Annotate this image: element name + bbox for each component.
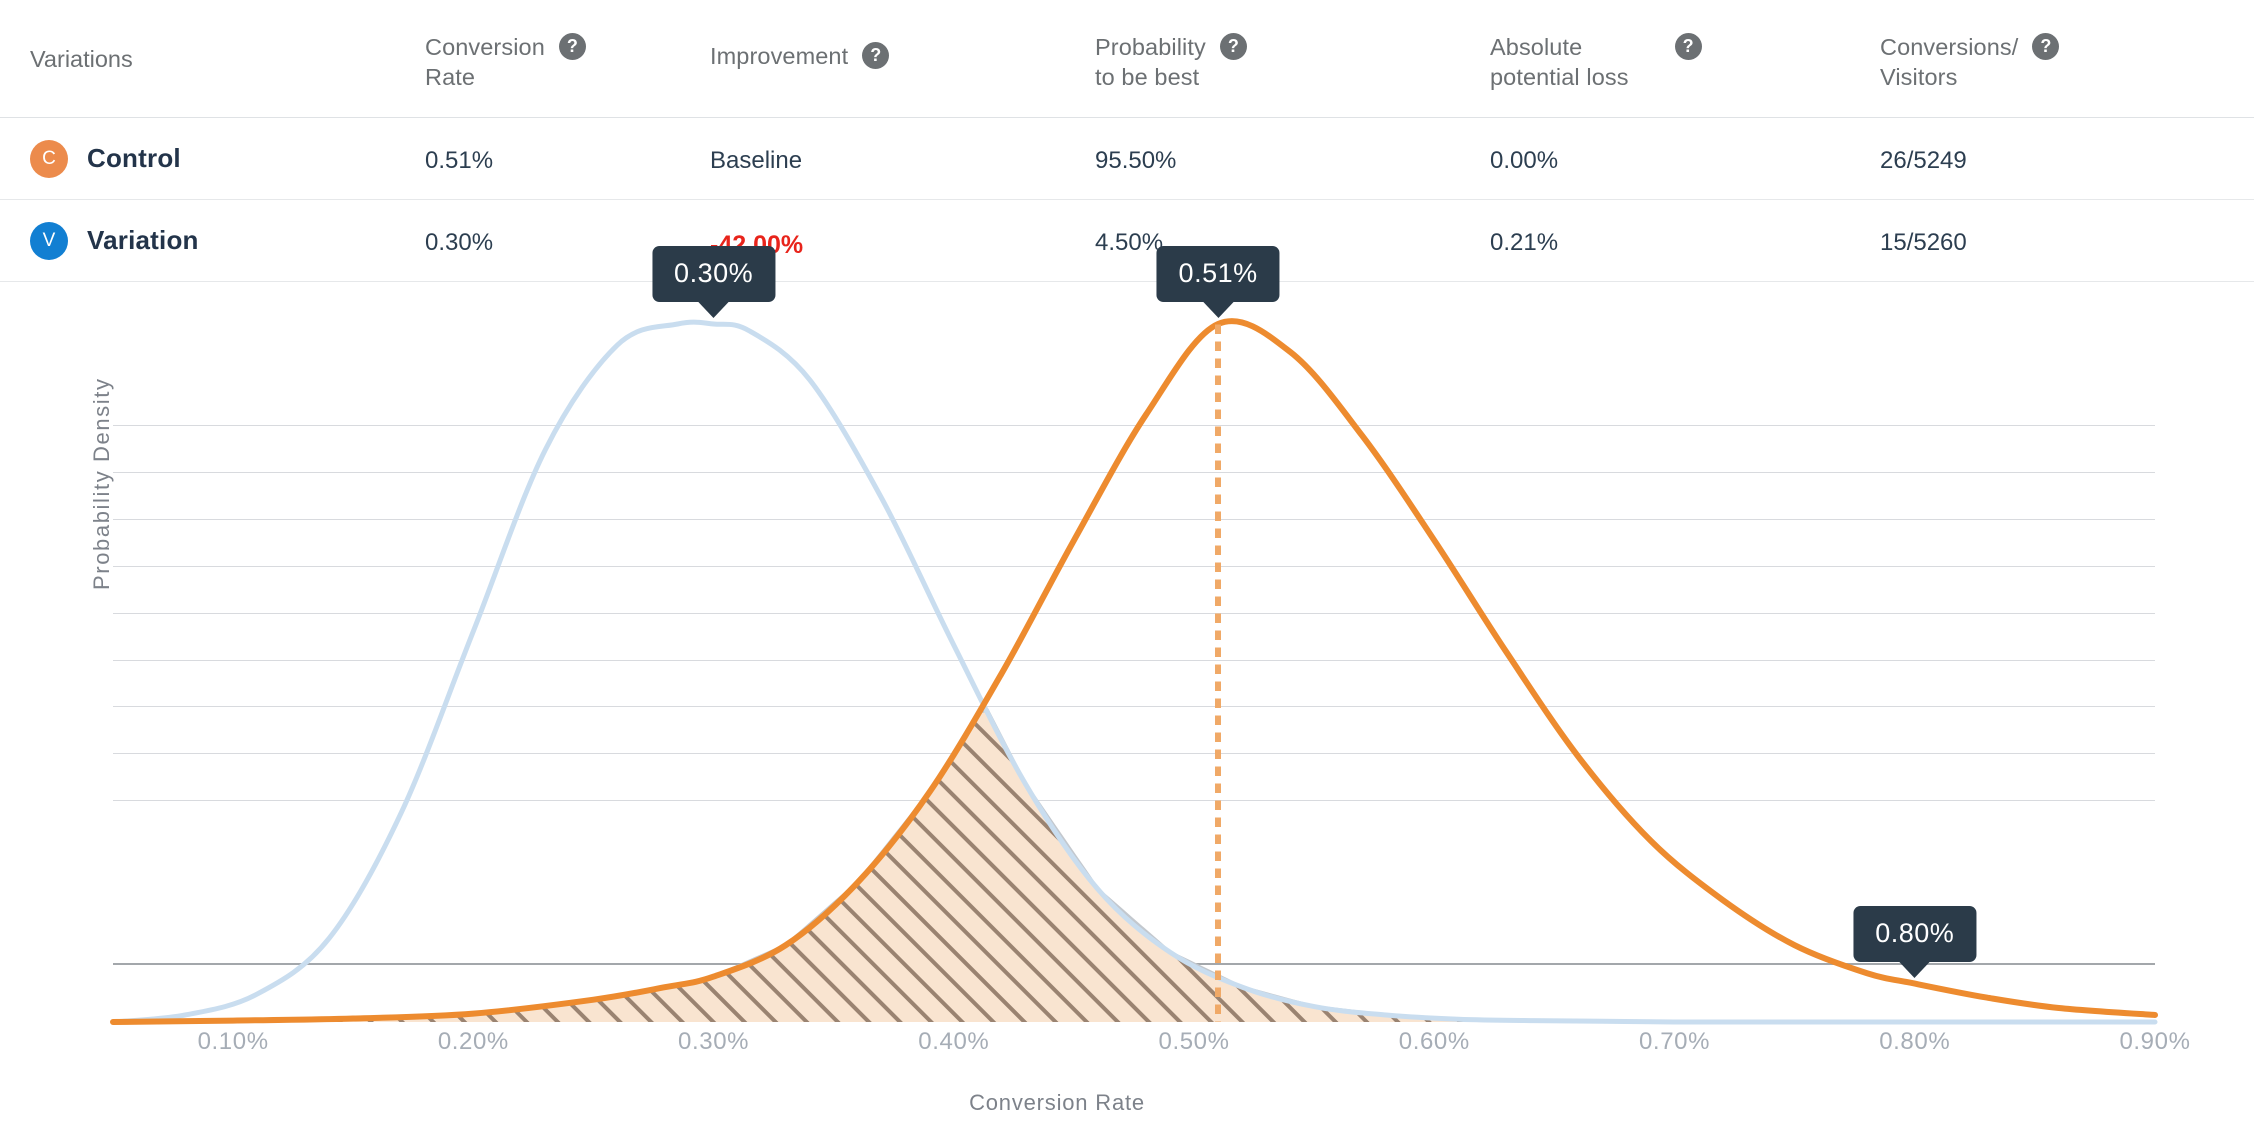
column-header-conversions-visitors: Conversions/ Visitors?: [1880, 0, 2254, 92]
column-header-improvement-label: Improvement: [710, 32, 848, 71]
question-mark-icon[interactable]: ?: [2032, 33, 2059, 60]
x-axis-tick-label: 0.70%: [1639, 1028, 1710, 1056]
column-header-conversion-rate: Conversion Rate?: [425, 0, 710, 92]
row-variation-name-cell: V Variation: [0, 222, 425, 260]
column-header-conversions-visitors-label: Conversions/ Visitors: [1880, 32, 2018, 92]
x-axis-tick-label: 0.10%: [198, 1028, 269, 1056]
probability-value: 4.50%: [1095, 229, 1163, 256]
density-curve-control: [113, 321, 2155, 1022]
conversions-visitors-value: 26/5249: [1880, 147, 1967, 174]
variations-results-table: Variations Conversion Rate? Improvement?…: [0, 0, 2254, 282]
absolute-loss-value: 0.00%: [1490, 147, 1558, 174]
value-tooltip: 0.30%: [652, 246, 775, 302]
absolute-loss-value: 0.21%: [1490, 229, 1558, 256]
value-tooltip: 0.51%: [1157, 246, 1280, 302]
column-header-conversion-rate-label: Conversion Rate: [425, 32, 545, 92]
x-axis-tick-label: 0.60%: [1399, 1028, 1470, 1056]
column-header-absolute-loss-label: Absolute potential loss: [1490, 32, 1629, 92]
table-row[interactable]: C Control 0.51% Baseline 95.50% 0.00% 26…: [0, 118, 2254, 200]
y-axis-title: Probability Density: [89, 377, 115, 590]
conversion-rate-value: 0.51%: [425, 147, 493, 174]
x-axis-title: Conversion Rate: [0, 1090, 2254, 1116]
row-conversion-rate-cell: 0.51%: [425, 145, 710, 173]
chart-curves: [113, 300, 2155, 1060]
row-absolute-loss-cell: 0.21%: [1490, 227, 1880, 255]
x-axis-tick-label: 0.30%: [678, 1028, 749, 1056]
conversion-rate-value: 0.30%: [425, 229, 493, 256]
row-improvement-cell: Baseline: [710, 145, 1095, 173]
x-axis-tick-label: 0.80%: [1879, 1028, 1950, 1056]
question-mark-icon[interactable]: ?: [559, 33, 586, 60]
row-conversions-visitors-cell: 15/5260: [1880, 227, 2254, 255]
conversions-visitors-value: 15/5260: [1880, 229, 1967, 256]
row-absolute-loss-cell: 0.00%: [1490, 145, 1880, 173]
peak-marker-line: [1215, 324, 1221, 1022]
value-tooltip: 0.80%: [1853, 906, 1976, 962]
overlap-hatched-region: [113, 710, 2155, 1022]
density-curve-variation: [113, 322, 2155, 1022]
row-variation-name-cell: C Control: [0, 140, 425, 178]
variation-badge-variation: V: [30, 222, 68, 260]
column-header-improvement: Improvement?: [710, 0, 1095, 71]
x-axis-tick-label: 0.40%: [918, 1028, 989, 1056]
x-axis-title-label: Conversion Rate: [969, 1090, 1145, 1116]
variation-name: Variation: [87, 225, 199, 256]
column-header-probability: Probability to be best?: [1095, 0, 1490, 92]
row-probability-cell: 4.50%: [1095, 227, 1490, 255]
question-mark-icon[interactable]: ?: [1675, 33, 1702, 60]
question-mark-icon[interactable]: ?: [862, 42, 889, 69]
ab-test-results-page: Variations Conversion Rate? Improvement?…: [0, 0, 2254, 1132]
x-axis-tick-label: 0.20%: [438, 1028, 509, 1056]
table-header-row: Variations Conversion Rate? Improvement?…: [0, 0, 2254, 118]
probability-value: 95.50%: [1095, 147, 1176, 174]
x-axis-tick-label: 0.50%: [1159, 1028, 1230, 1056]
table-row[interactable]: V Variation 0.30% -42.00% 4.50% 0.21% 15…: [0, 200, 2254, 282]
row-conversions-visitors-cell: 26/5249: [1880, 145, 2254, 173]
column-header-probability-label: Probability to be best: [1095, 32, 1206, 92]
column-header-absolute-loss: Absolute potential loss?: [1490, 0, 1880, 92]
variation-name: Control: [87, 143, 181, 174]
column-header-variations: Variations: [0, 0, 425, 74]
x-axis-tick-label: 0.90%: [2119, 1028, 2190, 1056]
chart-plot-area: Probability Density: [113, 300, 2155, 965]
column-header-variations-label: Variations: [30, 32, 133, 74]
row-probability-cell: 95.50%: [1095, 145, 1490, 173]
improvement-value: Baseline: [710, 147, 802, 174]
x-axis-ticks: 0.10% 0.20% 0.30% 0.40% 0.50% 0.60% 0.70% 0.80%…: [113, 1028, 2155, 1068]
question-mark-icon[interactable]: ?: [1220, 33, 1247, 60]
variation-badge-control: C: [30, 140, 68, 178]
posterior-distribution-chart: Probability Density 0.10% 0.20% 0.30% 0.40%…: [0, 300, 2254, 1132]
